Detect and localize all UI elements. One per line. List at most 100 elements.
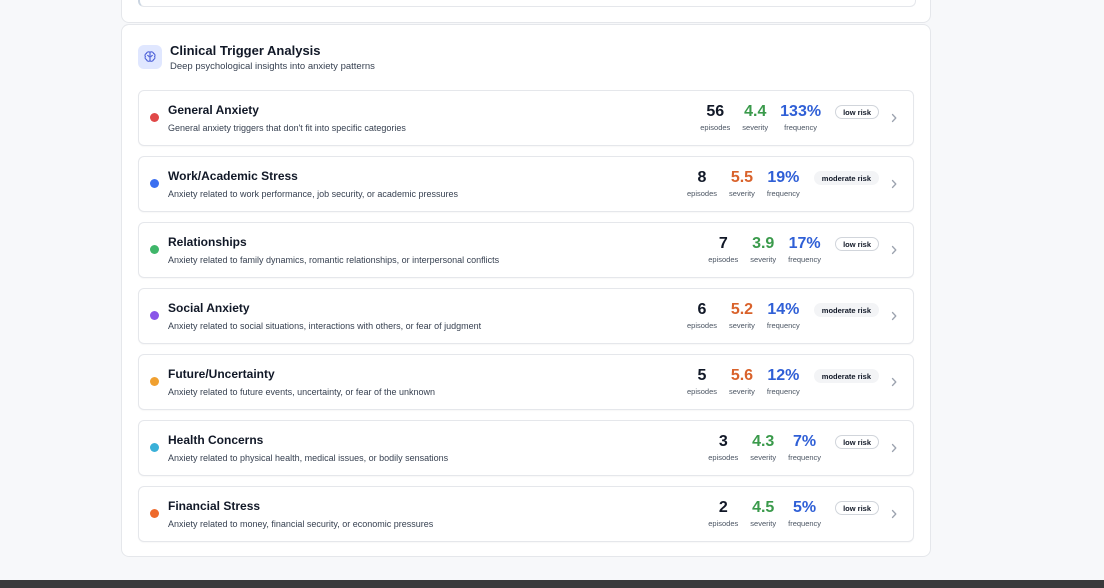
- risk-badge: moderate risk: [813, 171, 879, 185]
- trigger-stats: 8 episodes 5.5 severity 19% frequency mo…: [675, 168, 879, 198]
- severity-value: 5.5: [730, 169, 754, 186]
- episodes-stat: 7 episodes: [708, 234, 738, 264]
- episodes-stat: 5 episodes: [687, 366, 717, 396]
- chevron-right-icon[interactable]: [888, 508, 900, 520]
- risk-badge: low risk: [835, 237, 879, 251]
- previous-card: [121, 0, 931, 23]
- episodes-value: 8: [697, 169, 707, 186]
- chevron-right-icon[interactable]: [888, 112, 900, 124]
- episodes-label: episodes: [708, 255, 739, 264]
- episodes-stat: 8 episodes: [687, 168, 717, 198]
- episodes-label: episodes: [686, 189, 718, 198]
- frequency-stat: 5% frequency: [788, 498, 821, 528]
- severity-label: severity: [750, 255, 777, 264]
- frequency-stat: 7% frequency: [788, 432, 821, 462]
- trigger-row[interactable]: Health Concerns Anxiety related to physi…: [138, 420, 914, 476]
- trigger-description: Anxiety related to family dynamics, roma…: [168, 255, 500, 265]
- trigger-stats: 7 episodes 3.9 severity 17% frequency lo…: [696, 234, 879, 264]
- previous-card-inner: [138, 0, 916, 7]
- category-dot: [150, 377, 159, 386]
- episodes-label: episodes: [686, 321, 718, 330]
- trigger-stats: 3 episodes 4.3 severity 7% frequency low…: [696, 432, 879, 462]
- category-dot: [150, 179, 159, 188]
- frequency-stat: 12% frequency: [767, 366, 800, 396]
- trigger-stats: 56 episodes 4.4 severity 133% frequency …: [688, 102, 879, 132]
- risk-badge: moderate risk: [813, 369, 879, 383]
- frequency-label: frequency: [766, 387, 800, 396]
- section-header: Clinical Trigger Analysis Deep psycholog…: [138, 43, 375, 73]
- trigger-description: General anxiety triggers that don't fit …: [168, 123, 406, 133]
- severity-label: severity: [729, 387, 755, 396]
- frequency-stat: 17% frequency: [788, 234, 821, 264]
- severity-stat: 5.2 severity: [729, 300, 755, 330]
- trigger-name: Health Concerns: [168, 433, 264, 447]
- trigger-description: Anxiety related to social situations, in…: [168, 321, 482, 331]
- episodes-value: 56: [706, 103, 725, 120]
- trigger-description: Anxiety related to physical health, medi…: [168, 453, 449, 463]
- trigger-description: Anxiety related to work performance, job…: [168, 189, 458, 199]
- category-dot: [150, 443, 159, 452]
- chevron-right-icon[interactable]: [888, 244, 900, 256]
- trigger-name: Relationships: [168, 235, 247, 249]
- frequency-value: 12%: [767, 367, 800, 384]
- trigger-stats: 5 episodes 5.6 severity 12% frequency mo…: [675, 366, 879, 396]
- frequency-label: frequency: [766, 321, 800, 330]
- severity-label: severity: [750, 519, 777, 528]
- frequency-value: 17%: [788, 235, 821, 252]
- risk-badge: low risk: [835, 435, 879, 449]
- trigger-row[interactable]: Work/Academic Stress Anxiety related to …: [138, 156, 914, 212]
- severity-label: severity: [750, 453, 777, 462]
- trigger-stats: 2 episodes 4.5 severity 5% frequency low…: [696, 498, 879, 528]
- episodes-value: 3: [718, 433, 728, 450]
- episodes-stat: 3 episodes: [708, 432, 738, 462]
- episodes-value: 2: [718, 499, 728, 516]
- chevron-right-icon[interactable]: [888, 376, 900, 388]
- severity-value: 3.9: [752, 235, 775, 252]
- severity-value: 4.3: [752, 433, 775, 450]
- chevron-right-icon[interactable]: [888, 178, 900, 190]
- episodes-label: episodes: [700, 123, 731, 132]
- section-title: Clinical Trigger Analysis: [170, 43, 321, 58]
- severity-stat: 5.5 severity: [729, 168, 755, 198]
- frequency-value: 19%: [767, 169, 800, 186]
- trigger-row[interactable]: Financial Stress Anxiety related to mone…: [138, 486, 914, 542]
- episodes-value: 7: [718, 235, 728, 252]
- trigger-row[interactable]: Relationships Anxiety related to family …: [138, 222, 914, 278]
- frequency-value: 133%: [780, 103, 822, 120]
- trigger-name: Future/Uncertainty: [168, 367, 275, 381]
- severity-value: 4.4: [744, 103, 767, 120]
- episodes-stat: 56 episodes: [700, 102, 730, 132]
- category-dot: [150, 311, 159, 320]
- frequency-value: 14%: [767, 301, 800, 318]
- trigger-description: Anxiety related to money, financial secu…: [168, 519, 434, 529]
- risk-badge: low risk: [835, 105, 879, 119]
- severity-stat: 4.3 severity: [750, 432, 776, 462]
- brain-icon: [138, 45, 162, 69]
- severity-value: 5.6: [730, 367, 754, 384]
- severity-value: 4.5: [752, 499, 775, 516]
- episodes-stat: 6 episodes: [687, 300, 717, 330]
- clinical-trigger-card: Clinical Trigger Analysis Deep psycholog…: [121, 24, 931, 557]
- window-bottom-edge: [0, 580, 1104, 588]
- episodes-label: episodes: [708, 519, 739, 528]
- chevron-right-icon[interactable]: [888, 310, 900, 322]
- frequency-stat: 19% frequency: [767, 168, 800, 198]
- episodes-label: episodes: [686, 387, 718, 396]
- section-subtitle: Deep psychological insights into anxiety…: [170, 61, 375, 72]
- category-dot: [150, 509, 159, 518]
- frequency-stat: 14% frequency: [767, 300, 800, 330]
- chevron-right-icon[interactable]: [888, 442, 900, 454]
- trigger-row[interactable]: General Anxiety General anxiety triggers…: [138, 90, 914, 146]
- episodes-value: 6: [697, 301, 707, 318]
- severity-stat: 3.9 severity: [750, 234, 776, 264]
- trigger-row[interactable]: Social Anxiety Anxiety related to social…: [138, 288, 914, 344]
- trigger-row[interactable]: Future/Uncertainty Anxiety related to fu…: [138, 354, 914, 410]
- trigger-list: General Anxiety General anxiety triggers…: [138, 90, 914, 552]
- frequency-label: frequency: [788, 255, 822, 264]
- trigger-name: Financial Stress: [168, 499, 261, 513]
- frequency-value: 5%: [793, 499, 817, 516]
- trigger-stats: 6 episodes 5.2 severity 14% frequency mo…: [675, 300, 879, 330]
- severity-stat: 4.5 severity: [750, 498, 776, 528]
- severity-stat: 4.4 severity: [742, 102, 768, 132]
- severity-label: severity: [729, 189, 755, 198]
